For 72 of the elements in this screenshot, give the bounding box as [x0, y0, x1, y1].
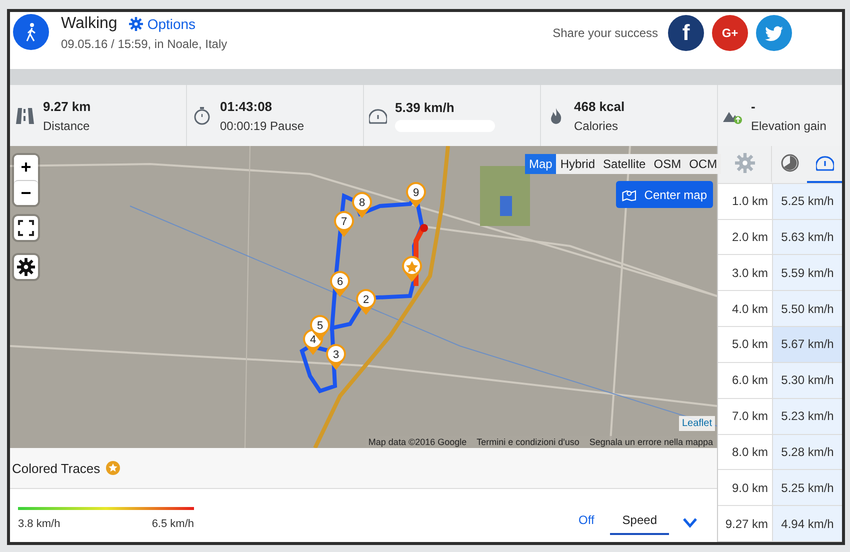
trace-mode-tab[interactable]: Speed [610, 511, 669, 535]
options-link[interactable]: Options [129, 16, 196, 32]
google-plus-button[interactable]: G+ [712, 15, 748, 51]
fullscreen-button[interactable] [14, 216, 38, 240]
split-row[interactable]: 3.0 km 5.59 km/h [718, 255, 842, 292]
walker-figure-icon [24, 22, 38, 42]
activity-subtitle: 09.05.16 / 15:59, in Noale, Italy [61, 37, 228, 51]
timer-icon [780, 153, 800, 174]
split-row[interactable]: 9.0 km 5.25 km/h [718, 470, 842, 506]
stat-value: 468 kcal [574, 98, 625, 114]
table-cell: 5.23 km/h [773, 398, 842, 434]
route-marker[interactable]: 9 [406, 182, 426, 208]
leaflet-link[interactable]: Leaflet [678, 416, 715, 431]
stat-label: 00:00:19 Pause [220, 118, 304, 132]
stat-value: 01:43:08 [220, 98, 274, 114]
table-cell: 4.94 km/h [773, 506, 842, 542]
zoom-out-button[interactable]: − [14, 180, 38, 205]
route-marker[interactable]: 6 [330, 271, 350, 297]
map-layer-tab[interactable]: Map [525, 154, 556, 174]
scale-max-label: 6.5 km/h [152, 518, 194, 530]
start-marker[interactable] [402, 256, 422, 282]
table-cell: 5.50 km/h [773, 291, 842, 326]
trace-mode-tab[interactable]: Off [576, 511, 596, 535]
split-row[interactable]: 7.0 km 5.23 km/h [718, 398, 842, 435]
center-map-button[interactable]: Center map [616, 181, 713, 208]
attribution-text: Map data ©2016 Google [368, 437, 467, 447]
split-row[interactable]: 5.0 km 5.67 km/h [718, 327, 842, 363]
table-cell: 5.25 km/h [773, 470, 842, 506]
settings-button[interactable] [14, 255, 38, 279]
twitter-button[interactable] [756, 15, 792, 51]
fullscreen-icon [18, 220, 34, 236]
split-row[interactable]: 2.0 km 5.63 km/h [718, 220, 842, 256]
settings-icon [17, 258, 35, 276]
route-marker[interactable]: 2 [356, 289, 376, 315]
park-area [480, 166, 530, 226]
stopwatch-icon [192, 106, 212, 126]
speedometer-icon [369, 108, 387, 124]
split-row[interactable]: 1.0 km 5.25 km/h [718, 184, 842, 220]
stat-value: - [751, 98, 756, 114]
attribution-link[interactable]: Termini e condizioni d'uso [476, 437, 580, 447]
chevron-down-icon[interactable] [683, 518, 697, 528]
settings-icon [734, 153, 754, 174]
table-cell: 5.28 km/h [773, 434, 842, 470]
share-label: Share your success [552, 26, 658, 40]
stat-value: 9.27 km [43, 98, 91, 114]
stat-label: Elevation gain [751, 118, 826, 132]
star-badge-icon [106, 461, 120, 475]
stat-label: Distance [43, 118, 91, 132]
table-cell: 5.63 km/h [773, 220, 842, 254]
table-cell: 5.25 km/h [773, 184, 842, 219]
end-point [420, 224, 428, 232]
speedometer-icon [816, 155, 834, 172]
table-cell: 5.59 km/h [773, 255, 842, 290]
colored-traces-title: Colored Traces [12, 460, 100, 476]
settings-icon [129, 17, 144, 31]
facebook-button[interactable]: f [668, 15, 704, 51]
route-marker[interactable]: 3 [326, 344, 346, 370]
table-cell: 5.30 km/h [773, 362, 842, 398]
stat-value: 5.39 km/h [395, 100, 456, 114]
split-row[interactable]: 4.0 km 5.50 km/h [718, 291, 842, 328]
route-marker[interactable]: 7 [334, 211, 354, 237]
bird-icon [765, 26, 783, 40]
split-row[interactable]: 6.0 km 5.30 km/h [718, 362, 842, 399]
attribution-link[interactable]: Segnala un errore nella mappa [589, 437, 713, 447]
scale-min-label: 3.8 km/h [18, 518, 60, 530]
activity-title: Walking [61, 15, 118, 33]
route-marker[interactable]: 8 [352, 192, 372, 218]
road-icon [15, 106, 35, 126]
stat-label: Calories [574, 118, 620, 132]
table-cell: 5.67 km/h [773, 327, 842, 362]
split-row[interactable]: 8.0 km 5.28 km/h [718, 434, 842, 470]
split-row[interactable]: 9.27 km 4.94 km/h [718, 506, 842, 542]
